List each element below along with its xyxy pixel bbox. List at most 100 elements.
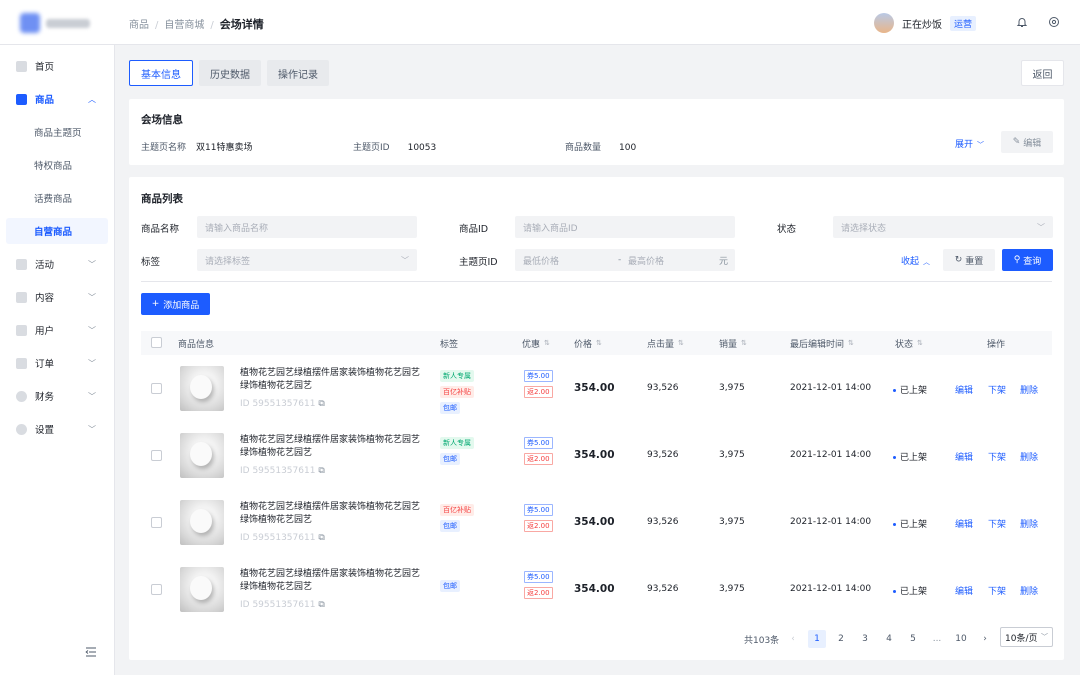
tab-history[interactable]: 历史数据 (199, 60, 261, 86)
coupon-badge: 券5.00 (524, 370, 553, 382)
sidebar-subitem-self-operated[interactable]: 自营商品 (6, 218, 108, 244)
coupon-list: 券5.00 返2.00 (524, 504, 553, 536)
edit-link[interactable]: 编辑 (955, 450, 973, 463)
sidebar-item-products[interactable]: 商品 ︿ (0, 86, 114, 112)
col-price[interactable]: 价格 ⇅ (574, 331, 602, 355)
prev-page-icon[interactable]: ‹ (784, 630, 802, 648)
back-button[interactable]: 返回 (1021, 60, 1064, 86)
clicks: 93,526 (647, 584, 679, 594)
price: 354.00 (574, 449, 615, 461)
max-price-input[interactable]: 最高价格 (628, 254, 664, 267)
product-image (180, 567, 224, 612)
product-name-input[interactable]: 请输入商品名称 (197, 216, 417, 238)
delete-link[interactable]: 删除 (1020, 383, 1038, 396)
breadcrumb-item[interactable]: 商品 (129, 20, 149, 31)
row-checkbox[interactable] (151, 383, 162, 394)
page-button[interactable]: 4 (880, 630, 898, 648)
status-select[interactable]: 请选择状态 ﹀ (833, 216, 1053, 238)
col-sales[interactable]: 销量 ⇅ (719, 331, 747, 355)
col-last-edit-time[interactable]: 最后编辑时间 ⇅ (790, 331, 854, 355)
page-button[interactable]: 5 (904, 630, 922, 648)
min-price-input[interactable]: 最低价格 (523, 254, 559, 267)
col-discount[interactable]: 优惠 ⇅ (522, 331, 550, 355)
delist-link[interactable]: 下架 (988, 450, 1006, 463)
breadcrumb-item[interactable]: 自营商城 (164, 20, 204, 31)
last-edit-time: 2021-12-01 14:00 (790, 450, 872, 460)
row-checkbox[interactable] (151, 450, 162, 461)
edit-venue-button[interactable]: ✎ 编辑 (1001, 131, 1053, 153)
product-name[interactable]: 植物花艺园艺绿植摆件居家装饰植物花艺园艺绿饰植物花艺园艺 (240, 568, 425, 594)
delete-link[interactable]: 删除 (1020, 450, 1038, 463)
sidebar-item-settings[interactable]: 设置 ﹀ (0, 416, 114, 442)
tag-select[interactable]: 请选择标签 ﹀ (197, 249, 417, 271)
edit-link[interactable]: 编辑 (955, 383, 973, 396)
delete-link[interactable]: 删除 (1020, 584, 1038, 597)
col-status[interactable]: 状态 ⇅ (895, 331, 923, 355)
row-checkbox[interactable] (151, 584, 162, 595)
expand-link[interactable]: 展开 ﹀ (955, 137, 984, 150)
sidebar-item-users[interactable]: 用户 ﹀ (0, 317, 114, 343)
collapse-sidebar-icon[interactable] (84, 645, 98, 659)
sort-icon: ⇅ (917, 339, 923, 347)
sidebar-subitem-theme-page[interactable]: 商品主题页 (6, 119, 108, 145)
sidebar-item-label: 财务 (35, 392, 55, 403)
collapse-filters-link[interactable]: 收起 ︿ (901, 254, 930, 267)
user-menu[interactable]: 正在炒饭 运营 (874, 12, 977, 34)
delist-link[interactable]: 下架 (988, 584, 1006, 597)
product-name[interactable]: 植物花艺园艺绿植摆件居家装饰植物花艺园艺绿饰植物花艺园艺 (240, 501, 425, 527)
copy-icon[interactable]: ⧉ (318, 399, 324, 409)
copy-icon[interactable]: ⧉ (318, 466, 324, 476)
page-button[interactable]: 10 (952, 630, 970, 648)
clicks: 93,526 (647, 383, 679, 393)
delist-link[interactable]: 下架 (988, 517, 1006, 530)
coupon-list: 券5.00 返2.00 (524, 370, 553, 402)
copy-icon[interactable]: ⧉ (318, 600, 324, 610)
sidebar-item-finance[interactable]: 财务 ﹀ (0, 383, 114, 409)
edit-link[interactable]: 编辑 (955, 584, 973, 597)
pagination-total: 共103条 (744, 635, 780, 646)
coupon-list: 券5.00 返2.00 (524, 571, 553, 603)
reset-button[interactable]: ↻ 重置 (943, 249, 995, 271)
bell-icon[interactable] (1014, 14, 1030, 30)
page-size-select[interactable]: 10条/页 ﹀ (1000, 627, 1053, 647)
next-page-icon[interactable]: › (976, 630, 994, 648)
sidebar-subitem-privilege[interactable]: 特权商品 (6, 152, 108, 178)
price-range-input[interactable]: 最低价格 - 最高价格 元 (515, 249, 735, 271)
filter-name-label: 商品名称 (141, 224, 180, 235)
status-dot (893, 523, 896, 526)
product-name[interactable]: 植物花艺园艺绿植摆件居家装饰植物花艺园艺绿饰植物花艺园艺 (240, 367, 425, 393)
delist-link[interactable]: 下架 (988, 383, 1006, 396)
settings-icon[interactable] (1046, 14, 1062, 30)
coupon-badge: 券5.00 (524, 504, 553, 516)
tab-operation-log[interactable]: 操作记录 (267, 60, 329, 86)
sidebar-item-content[interactable]: 内容 ﹀ (0, 284, 114, 310)
row-checkbox[interactable] (151, 517, 162, 528)
sidebar-subitem-phone-credit[interactable]: 话费商品 (6, 185, 108, 211)
product-name[interactable]: 植物花艺园艺绿植摆件居家装饰植物花艺园艺绿饰植物花艺园艺 (240, 434, 425, 460)
select-all-checkbox[interactable] (151, 337, 162, 348)
sidebar: 首页 商品 ︿ 商品主题页 特权商品 话费商品 自营商品 活动 ﹀ 内容 ﹀ 用… (0, 45, 115, 675)
sidebar-item-activity[interactable]: 活动 ﹀ (0, 251, 114, 277)
table-row: 植物花艺园艺绿植摆件居家装饰植物花艺园艺绿饰植物花艺园艺 ID 59551357… (141, 422, 1053, 489)
copy-icon[interactable]: ⧉ (318, 533, 324, 543)
page-button[interactable]: 2 (832, 630, 850, 648)
edit-link[interactable]: 编辑 (955, 517, 973, 530)
page-ellipsis[interactable]: ... (928, 630, 946, 648)
tab-basic-info[interactable]: 基本信息 (129, 60, 193, 86)
add-product-button[interactable]: + 添加商品 (141, 293, 210, 315)
top-bar: 商品 / 自营商城 / 会场详情 正在炒饭 运营 (0, 0, 1080, 45)
product-id-input[interactable]: 请输入商品ID (515, 216, 735, 238)
search-icon: ⚲ (1013, 255, 1021, 265)
col-clicks[interactable]: 点击量 ⇅ (647, 331, 684, 355)
venue-info-card: 会场信息 主题页名称 双11特惠卖场 主题页ID 10053 商品数量 100 展开 ﹀… (129, 99, 1064, 165)
sidebar-item-home[interactable]: 首页 (0, 53, 114, 79)
gear-icon (16, 423, 27, 435)
page-button[interactable]: 1 (808, 630, 826, 648)
page-button[interactable]: 3 (856, 630, 874, 648)
search-button[interactable]: ⚲ 查询 (1002, 249, 1053, 271)
sales: 3,975 (719, 584, 745, 594)
venue-info-title: 会场信息 (141, 114, 183, 126)
delete-link[interactable]: 删除 (1020, 517, 1038, 530)
sidebar-item-orders[interactable]: 订单 ﹀ (0, 350, 114, 376)
logo[interactable] (20, 13, 92, 33)
